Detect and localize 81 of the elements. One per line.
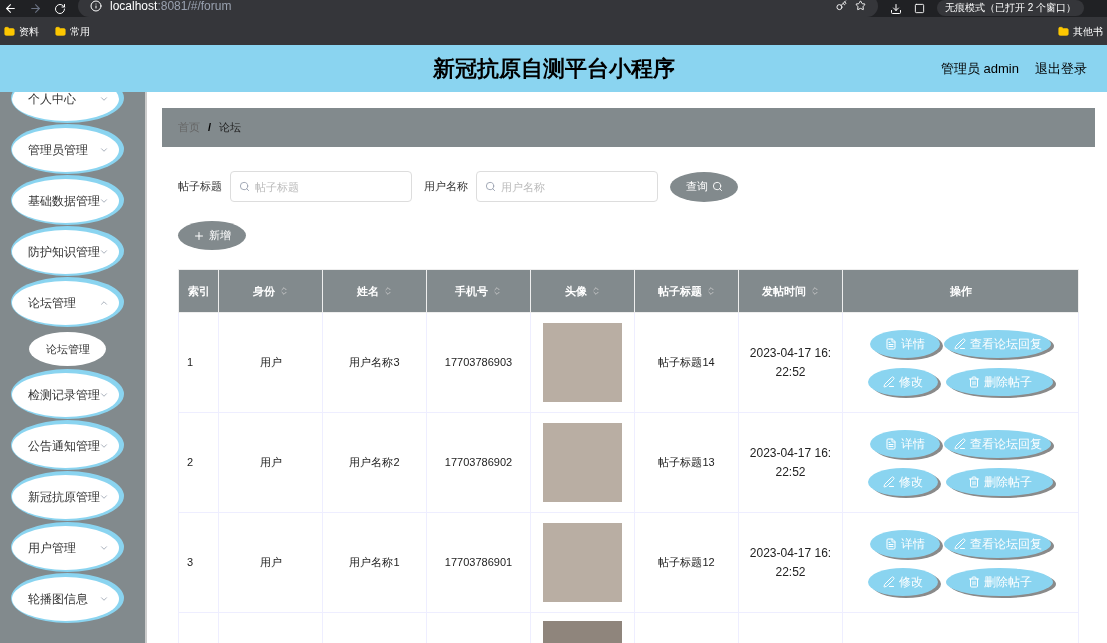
column-header: 索引 <box>178 269 219 313</box>
bookmark[interactable]: 资料 <box>19 23 39 39</box>
table-cell: 2 <box>178 412 219 513</box>
chevron-icon <box>99 543 109 553</box>
field-label: 帖子标题 <box>178 179 222 195</box>
chevron-icon <box>99 298 109 308</box>
column-header[interactable]: 帖子标题 <box>634 269 739 313</box>
download-icon[interactable] <box>890 2 902 15</box>
table-cell: 用户名称1 <box>322 512 427 613</box>
chevron-icon <box>99 247 109 257</box>
address-bar[interactable]: localhost:8081/#/forum <box>78 0 878 17</box>
table-cell: 1 <box>178 312 219 413</box>
table-cell: 帖子标题13 <box>634 412 739 513</box>
document-icon <box>885 437 897 450</box>
pencil-icon <box>883 375 895 388</box>
pencil-icon <box>953 537 966 550</box>
table-cell: 3 <box>178 512 219 613</box>
breadcrumb-separator: / <box>208 120 212 136</box>
chevron-icon <box>99 390 109 400</box>
search-icon <box>239 181 250 192</box>
pencil-icon <box>883 475 895 488</box>
table-cell-text: 2023-04-17 16:22:52 <box>748 444 833 481</box>
bookmark[interactable]: 常用 <box>70 23 90 39</box>
table-cell-text: 2023-04-17 16:22:52 <box>748 544 833 581</box>
table-cell: 17703786901 <box>426 512 531 613</box>
add-button[interactable]: 新增 <box>178 221 246 250</box>
column-header[interactable]: 头像 <box>530 269 635 313</box>
folder-icon[interactable] <box>55 25 66 37</box>
pencil-icon <box>883 575 895 588</box>
reload-icon[interactable] <box>54 2 66 15</box>
column-header[interactable]: 手机号 <box>426 269 531 313</box>
search-field[interactable]: 帖子标题 <box>230 171 412 202</box>
table-cell: 用户名称3 <box>322 312 427 413</box>
search-icon <box>711 181 723 192</box>
chevron-icon <box>99 594 109 604</box>
trash-icon <box>967 575 980 588</box>
search-icon <box>485 181 496 192</box>
document-icon <box>885 537 897 550</box>
column-header[interactable]: 身份 <box>218 269 323 313</box>
table-cell: 用户 <box>218 412 323 513</box>
profile-chip[interactable]: 无痕模式（已打开 2 个窗口） <box>937 0 1085 16</box>
chevron-icon <box>99 492 109 502</box>
table-cell: 用户名称2 <box>322 412 427 513</box>
info-icon <box>90 0 102 12</box>
search-field[interactable]: 用户名称 <box>476 171 658 202</box>
url-text: localhost:8081/#/forum <box>110 0 232 15</box>
trash-icon <box>967 375 980 388</box>
forward-icon[interactable] <box>29 2 42 15</box>
breadcrumb-item: 论坛 <box>219 120 242 136</box>
sidebar-submenu-item[interactable]: 论坛管理 <box>29 332 106 366</box>
table-cell: 用户 <box>218 512 323 613</box>
column-header: 操作 <box>842 269 1079 313</box>
column-header[interactable]: 姓名 <box>322 269 427 313</box>
logout-link[interactable]: 退出登录 <box>1035 58 1087 79</box>
app-title: 新冠抗原自测平台小程序 <box>432 55 675 83</box>
pencil-icon <box>953 337 966 350</box>
column-header[interactable]: 发帖时间 <box>738 269 843 313</box>
key-icon[interactable] <box>836 0 847 11</box>
table-cell: 帖子标题12 <box>634 512 739 613</box>
star-icon[interactable] <box>855 0 866 11</box>
chevron-icon <box>99 145 109 155</box>
chevron-icon <box>99 196 109 206</box>
search-button[interactable]: 查询 <box>670 171 738 202</box>
folder-icon[interactable] <box>4 25 15 37</box>
sidebar-icon[interactable] <box>914 3 925 14</box>
folder-icon[interactable] <box>1058 25 1069 37</box>
plus-icon <box>193 229 205 242</box>
field-label: 用户名称 <box>424 179 468 195</box>
table-cell: 17703786903 <box>426 312 531 413</box>
table-cell: 17703786902 <box>426 412 531 513</box>
chevron-icon <box>99 441 109 451</box>
pencil-icon <box>953 437 966 450</box>
back-icon[interactable] <box>4 2 17 15</box>
document-icon <box>885 337 897 350</box>
table-cell: 帖子标题14 <box>634 312 739 413</box>
user-label: 管理员 admin <box>940 59 1019 78</box>
chevron-icon <box>99 94 109 104</box>
trash-icon <box>967 475 980 488</box>
table-cell: 用户 <box>218 312 323 413</box>
bookmark[interactable]: 其他书 <box>1073 23 1103 39</box>
table-cell-text: 2023-04-17 16:22:52 <box>748 344 833 381</box>
